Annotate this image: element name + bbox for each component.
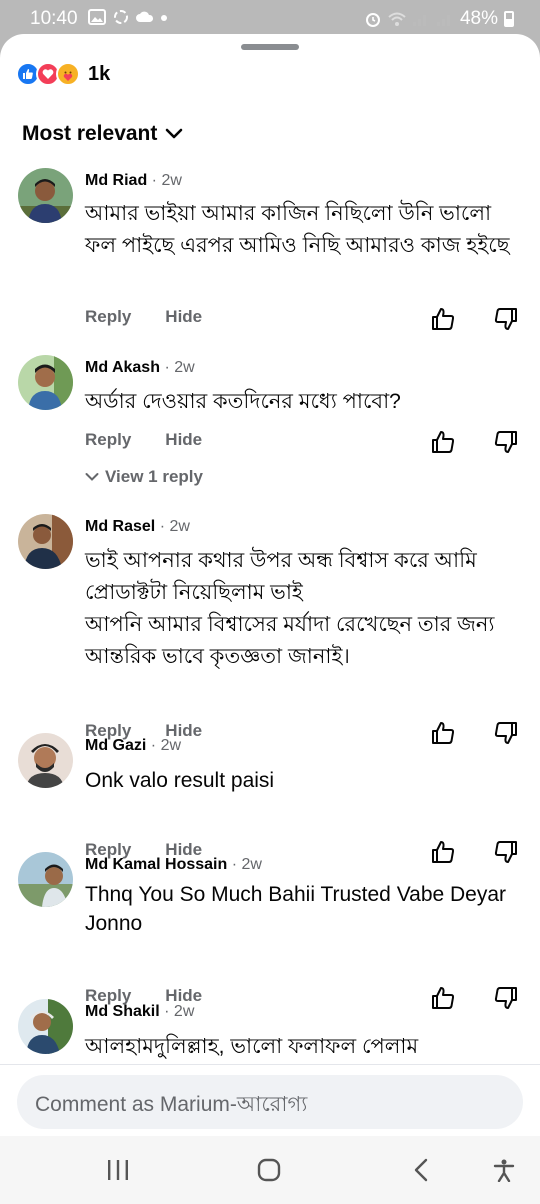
reply-button[interactable]: Reply xyxy=(85,430,131,450)
comment-author[interactable]: Md Riad xyxy=(85,172,147,189)
back-icon[interactable] xyxy=(410,1158,434,1182)
chevron-down-icon xyxy=(166,128,183,139)
comment-time: · 2w xyxy=(231,856,262,873)
comment-time: · 2w xyxy=(159,518,190,535)
comment-text: Onk valo result paisi xyxy=(85,769,275,792)
comment-time: · 2w xyxy=(150,737,182,754)
comment-author[interactable]: Md Akash xyxy=(85,359,160,376)
alarm-icon xyxy=(365,13,380,27)
dot-icon xyxy=(161,15,167,21)
status-bar: 10:40 48% xyxy=(0,0,540,36)
comment-text: আমার ভাইয়া আমার কাজিন নিছিলো উনি ভালো ফ… xyxy=(85,202,510,257)
signal-icon-2 xyxy=(436,15,450,26)
comment-text-line: আপনি আমার বিশ্বাসের মর্যাদা রেখেছেন তার … xyxy=(85,613,495,668)
home-icon[interactable] xyxy=(257,1158,281,1182)
comment-author[interactable]: Md Shakil xyxy=(85,1003,160,1020)
comment-text: আলহামদুলিল্লাহ, ভালো ফলাফল পেলাম xyxy=(85,1035,419,1058)
comment-text-line: ভাই আপনার কথার উপর অন্ধ বিশ্বাস করে আমি … xyxy=(85,549,477,604)
signal-icon xyxy=(412,15,426,26)
thumbs-up-icon[interactable] xyxy=(430,839,456,865)
sort-label: Most relevant xyxy=(22,122,158,145)
comment-author[interactable]: Md Kamal Hossain xyxy=(85,856,227,873)
hide-button[interactable]: Hide xyxy=(165,307,202,327)
reactions-summary[interactable]: 1k xyxy=(16,62,110,86)
thumbs-down-icon[interactable] xyxy=(493,985,519,1011)
cloud-icon xyxy=(136,11,154,22)
reply-button[interactable]: Reply xyxy=(85,307,131,327)
thumbs-up-icon[interactable] xyxy=(430,720,456,746)
thumbs-up-icon[interactable] xyxy=(430,985,456,1011)
comment-text: অর্ডার দেওয়ার কতদিনের মধ্যে পাবো? xyxy=(85,390,401,413)
battery-icon xyxy=(504,11,514,27)
sheet-grabber[interactable] xyxy=(241,44,299,50)
comment-time: · 2w xyxy=(164,359,195,376)
avatar[interactable] xyxy=(18,168,73,223)
system-nav-bar xyxy=(0,1136,540,1204)
comment-input[interactable]: Comment as Marium-আরোগ্য xyxy=(17,1075,523,1129)
comment-time: · 2w xyxy=(151,172,182,189)
wifi-icon xyxy=(388,12,406,26)
thumbs-down-icon[interactable] xyxy=(493,306,519,332)
thumbs-up-icon[interactable] xyxy=(430,306,456,332)
comments-sheet: 1k Most relevant Md Riad · 2w আমার ভাইয়… xyxy=(0,34,540,1204)
comment-author[interactable]: Md Rasel xyxy=(85,518,155,535)
thumbs-down-icon[interactable] xyxy=(493,429,519,455)
avatar[interactable] xyxy=(18,999,73,1054)
hide-button[interactable]: Hide xyxy=(165,430,202,450)
thumbs-down-icon[interactable] xyxy=(493,839,519,865)
chevron-down-icon xyxy=(85,473,99,481)
comment-time: · 2w xyxy=(164,1003,195,1020)
thumbs-down-icon[interactable] xyxy=(493,720,519,746)
care-icon xyxy=(56,62,80,86)
reaction-count: 1k xyxy=(88,62,111,85)
comment-text: Thnq You So Much Bahii Trusted Vabe Deya… xyxy=(85,883,507,935)
sort-dropdown[interactable]: Most relevant xyxy=(22,122,183,146)
recent-apps-icon[interactable] xyxy=(106,1158,130,1182)
view-replies-button[interactable]: View 1 reply xyxy=(85,467,203,487)
comment-author[interactable]: Md Gazi xyxy=(85,737,146,754)
gallery-icon xyxy=(88,9,106,25)
view-replies-label: View 1 reply xyxy=(105,467,203,486)
avatar[interactable] xyxy=(18,733,73,788)
sync-icon xyxy=(114,10,128,24)
status-time: 10:40 xyxy=(30,8,78,29)
avatar[interactable] xyxy=(18,852,73,907)
accessibility-icon[interactable] xyxy=(492,1158,516,1182)
battery-percent: 48% xyxy=(459,8,498,29)
avatar[interactable] xyxy=(18,514,73,569)
thumbs-up-icon[interactable] xyxy=(430,429,456,455)
comment-text: ভাই আপনার কথার উপর অন্ধ বিশ্বাস করে আমি … xyxy=(85,545,525,673)
avatar[interactable] xyxy=(18,355,73,410)
